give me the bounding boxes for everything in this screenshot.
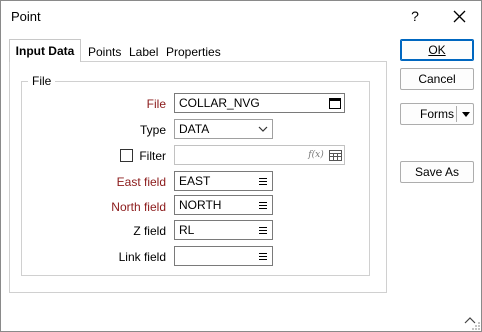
field-list-icon[interactable] — [254, 196, 272, 214]
tab-label[interactable]: Label — [125, 42, 162, 61]
file-value: COLLAR_NVG — [179, 96, 260, 110]
function-icon[interactable]: f(x) — [306, 146, 326, 164]
field-list-icon[interactable] — [254, 172, 272, 190]
east-field-input[interactable]: EAST — [174, 171, 273, 191]
close-button[interactable] — [437, 1, 481, 31]
filter-checkbox[interactable] — [120, 149, 133, 162]
cancel-button-label: Cancel — [418, 72, 456, 86]
save-as-button[interactable]: Save As — [400, 161, 474, 183]
ok-button-label: OK — [428, 43, 446, 57]
file-label: File — [146, 97, 166, 111]
forms-divider — [456, 106, 457, 122]
field-list-icon[interactable] — [254, 221, 272, 239]
point-dialog: Point ? Input Data Points Label Properti… — [0, 0, 482, 332]
east-field-label: East field — [116, 175, 166, 189]
north-field-value: NORTH — [179, 198, 222, 212]
forms-button-label: Forms — [420, 107, 454, 121]
help-button[interactable]: ? — [393, 1, 437, 31]
title-bar: Point ? — [1, 1, 481, 31]
caret-down-icon — [462, 111, 470, 117]
table-icon[interactable] — [326, 146, 344, 164]
filter-label: Filter — [139, 149, 166, 163]
forms-dropdown-button[interactable] — [458, 103, 474, 125]
save-as-button-label: Save As — [414, 165, 460, 179]
field-list-icon[interactable] — [254, 247, 272, 265]
tab-properties[interactable]: Properties — [162, 42, 225, 61]
filter-input[interactable]: f(x) — [174, 145, 345, 165]
browse-file-icon[interactable] — [326, 94, 344, 112]
link-field-label: Link field — [118, 250, 166, 264]
z-field-value: RL — [179, 223, 195, 237]
type-select[interactable]: DATA — [174, 119, 273, 139]
tab-points[interactable]: Points — [84, 42, 125, 61]
chevron-down-icon — [254, 120, 272, 138]
tab-input-data[interactable]: Input Data — [9, 39, 81, 62]
type-label: Type — [139, 123, 166, 137]
close-icon — [453, 10, 465, 22]
z-field-label: Z field — [133, 224, 166, 238]
file-input[interactable]: COLLAR_NVG — [174, 93, 345, 113]
ok-button[interactable]: OK — [400, 39, 474, 61]
type-value: DATA — [179, 122, 210, 136]
window-title: Point — [11, 9, 41, 24]
east-field-value: EAST — [179, 174, 211, 188]
z-field-input[interactable]: RL — [174, 220, 273, 240]
north-field-label: North field — [111, 200, 166, 214]
cancel-button[interactable]: Cancel — [400, 68, 474, 90]
link-field-input[interactable] — [174, 246, 273, 266]
file-group-label: File — [28, 74, 56, 88]
north-field-input[interactable]: NORTH — [174, 195, 273, 215]
resize-grip-icon[interactable] — [471, 321, 481, 331]
